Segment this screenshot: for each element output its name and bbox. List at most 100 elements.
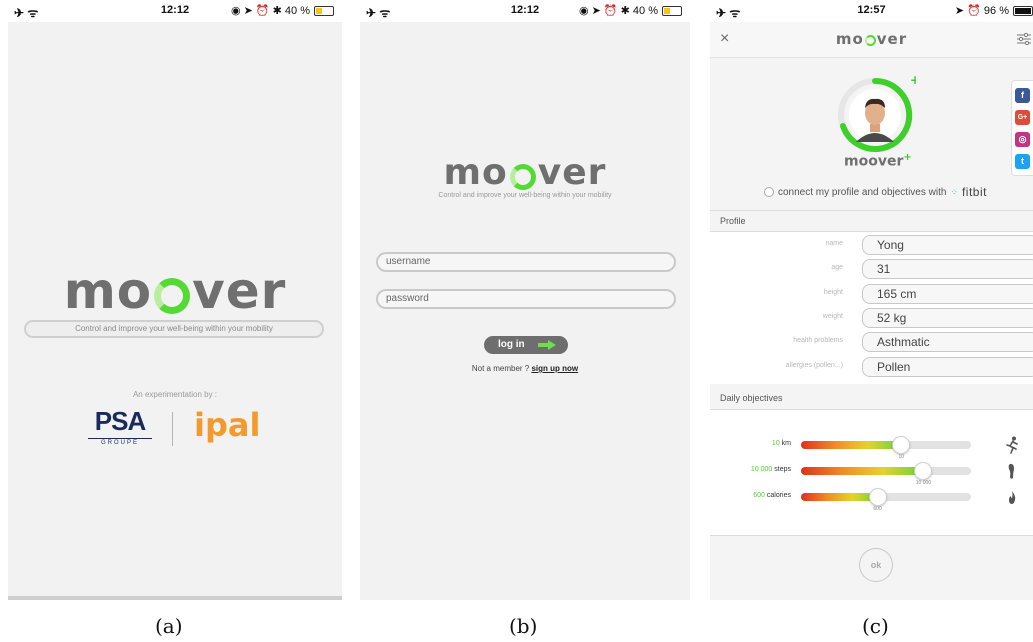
profile-row: health problems Asthmatic [710,331,1033,353]
logo-ring-icon [509,163,536,190]
avatar-logo-text: moover [844,153,904,170]
profile-field-label: allergies (pollen...) [785,361,843,369]
fitbit-radio[interactable] [764,187,774,197]
objective-unit: km [779,440,791,447]
profile-field-input[interactable]: Asthmatic [862,332,1033,353]
logo-text-suffix: ver [876,30,908,48]
slider-knob[interactable] [914,462,933,480]
logo-text-prefix: mo [63,262,153,320]
splash-screen: ✈ ᯤ 12:12 ◉ ➤ ⏰ ✱ 40 % mo ver Control an… [8,0,342,600]
profile-field-label: height [823,288,843,296]
logo-divider [172,412,173,446]
caption-b: (b) [509,614,538,638]
battery-icon [314,5,334,16]
caption-a: (a) [155,614,183,638]
objective-label: 10 000 steps [751,466,791,473]
profile-screen: ✈ ᯤ 12:57 ➤ ⏰ 96 % × mo ver + moover+ f … [710,0,1033,600]
fitbit-logo-icon: ⁘ [950,186,958,197]
objective-row: 600 calories 600 [710,486,1033,512]
battery-icon [1013,5,1033,16]
footprint-icon [1005,462,1019,480]
logo-text-suffix: ver [537,152,607,193]
not-member-text: Not a member ? [471,364,532,373]
settings-sliders-icon[interactable] [1017,32,1031,46]
slider-fill [801,493,878,501]
fitbit-connect[interactable]: connect my profile and objectives with ⁘… [764,185,987,199]
objective-slider[interactable]: 10 000 [801,462,971,486]
logo-text-suffix: ver [192,262,287,320]
profile-field-label: weight [822,312,843,320]
ipal-logo: ipal [194,406,261,444]
flame-icon [1005,488,1019,506]
status-bar: ✈ ᯤ 12:12 ◉ ➤ ⏰ ✱ 40 % [360,0,690,22]
status-right-icons: ◉ ➤ ⏰ ✱ 40 % [230,5,310,17]
profile-field-input[interactable]: 165 cm [862,283,1033,304]
profile-field-label: age [831,264,843,272]
objective-row: 10 km 10 [710,434,1033,460]
objective-row: 10 000 steps 10 000 [710,460,1033,486]
profile-row: age 31 [710,258,1033,280]
avatar[interactable]: + [834,74,916,156]
profile-field-label: name [825,240,843,247]
tagline: Control and improve your well-being with… [438,192,612,199]
ok-button[interactable]: ok [859,548,893,582]
objective-label: 600 calories [753,492,791,499]
social-share-bar: f G+ ◎ t [1011,80,1033,176]
objectives-heading: Daily objectives [710,388,1033,410]
slider-tick-label: 600 [873,506,882,512]
facebook-icon[interactable]: f [1015,87,1030,103]
profile-field-input[interactable]: Yong [862,235,1033,255]
avatar-logo: moover+ [844,152,912,170]
profile-field-label: health problems [793,337,843,345]
profile-field-input[interactable]: 31 [862,259,1033,280]
caption-c: (c) [862,614,889,638]
instagram-icon[interactable]: ◎ [1015,131,1030,147]
running-icon [1005,436,1019,454]
objective-slider[interactable]: 10 [801,436,971,460]
arrow-right-icon [538,340,556,350]
objective-slider[interactable]: 600 [801,488,971,512]
google-plus-icon[interactable]: G+ [1015,109,1030,125]
status-bar: ✈ ᯤ 12:57 ➤ ⏰ 96 % [710,0,1033,22]
nav-logo: mo ver [710,30,1033,48]
objective-label: 10 km [772,440,791,447]
bottom-divider [8,596,342,600]
slider-fill [801,467,924,475]
logo-text-prefix: mo [835,30,864,48]
status-bar: ✈ ᯤ 12:12 ◉ ➤ ⏰ ✱ 40 % [8,0,342,22]
psa-logo: PSA GROUPE [80,406,160,446]
fitbit-text: connect my profile and objectives with [778,186,947,198]
objective-unit: steps [772,466,791,473]
twitter-icon[interactable]: t [1015,153,1030,169]
fitbit-brand: fitbit [961,185,987,199]
username-input[interactable]: username [376,252,676,272]
profile-field-input[interactable]: 52 kg [862,307,1033,328]
login-button-label: log in [498,339,525,350]
login-button[interactable]: log in [484,336,568,354]
profile-row: height 165 cm [710,283,1033,305]
status-right-icons: ◉ ➤ ⏰ ✱ 40 % [578,5,658,17]
slider-fill [801,441,902,449]
slider-knob[interactable] [868,488,887,506]
signup-link[interactable]: sign up now [531,364,578,373]
objectives-panel: 10 km 10 10 000 steps 10 000 600 calories 600 [710,410,1033,536]
moover-logo: mo ver [360,152,690,193]
signup-prompt: Not a member ? sign up now [360,364,690,373]
top-nav: × mo ver [710,22,1033,58]
objective-value: 10 [771,440,780,447]
profile-field-input[interactable]: Pollen [862,356,1033,377]
profile-row: allergies (pollen...) Pollen [710,356,1033,378]
password-input[interactable]: password [376,289,676,309]
profile-row: name Yong [710,234,1033,256]
profile-heading: Profile [710,210,1033,232]
profile-row: weight 52 kg [710,307,1033,329]
moover-logo: mo ver [8,262,342,320]
logo-ring-icon [864,35,876,46]
objective-value: 10 000 [750,466,773,473]
slider-knob[interactable] [892,436,911,454]
psa-logo-text: PSA [94,406,146,436]
logo-text-prefix: mo [443,152,508,193]
tagline: Control and improve your well-being with… [24,320,324,338]
psa-logo-sub: GROUPE [100,440,139,446]
status-right-icons: ➤ ⏰ 96 % [954,5,1009,17]
